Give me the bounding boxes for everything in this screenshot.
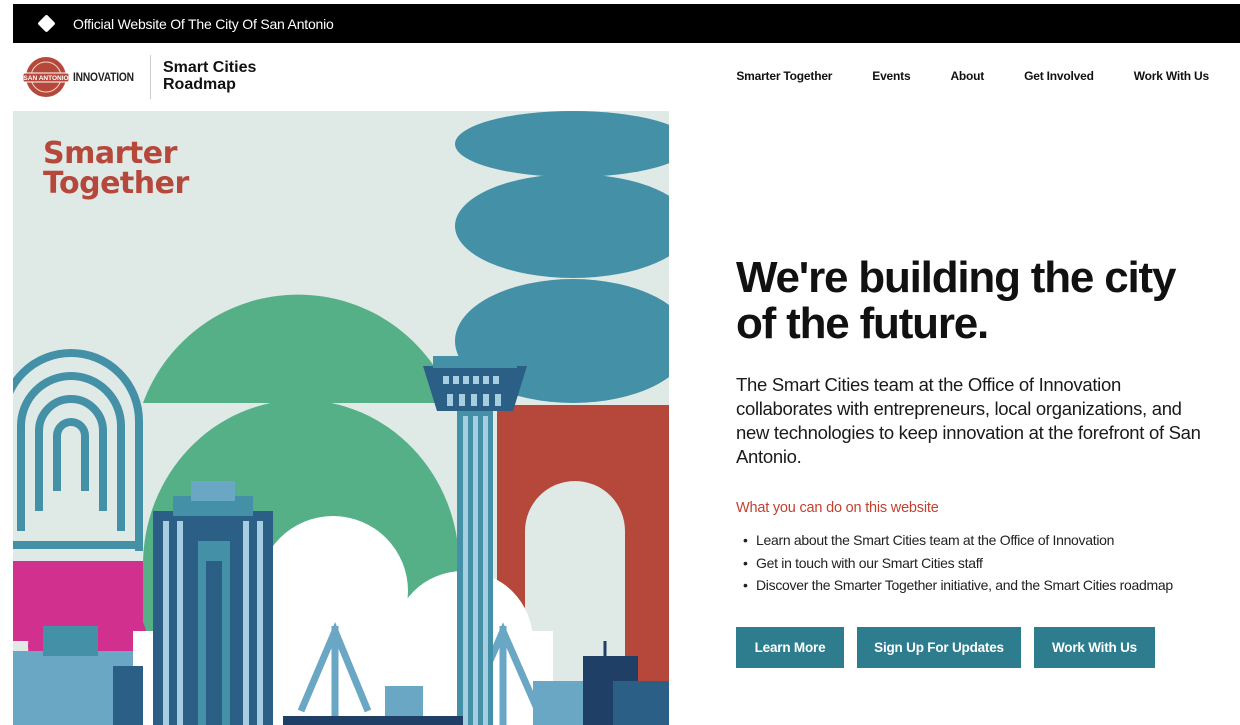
city-seal-icon: SAN ANTONIO bbox=[23, 57, 69, 97]
innovation-logo-link[interactable]: SAN ANTONIO INNOVATION bbox=[23, 53, 145, 101]
logo-line2: Together bbox=[43, 166, 189, 201]
main-nav: Smarter Together Events About Get Involv… bbox=[736, 69, 1209, 83]
seal-text: SAN ANTONIO bbox=[23, 75, 68, 82]
nav-about[interactable]: About bbox=[950, 69, 984, 83]
hero-copy: We're building the city of the future. T… bbox=[736, 255, 1216, 597]
site-title[interactable]: Smart Cities Roadmap bbox=[163, 59, 256, 93]
official-site-bar: Official Website Of The City Of San Anto… bbox=[13, 4, 1240, 43]
diamond-icon bbox=[37, 14, 56, 33]
site-header: SAN ANTONIO INNOVATION Smart Cities Road… bbox=[13, 43, 1240, 111]
learn-more-button[interactable]: Learn More bbox=[736, 627, 844, 668]
actions-list: Learn about the Smart Cities team at the… bbox=[743, 529, 1216, 597]
nav-get-involved[interactable]: Get Involved bbox=[1024, 69, 1094, 83]
left-gutter bbox=[0, 0, 13, 725]
site-title-line2: Roadmap bbox=[163, 76, 236, 93]
smarter-together-logo: Smarter Together bbox=[43, 139, 189, 199]
site-title-line1: Smart Cities bbox=[163, 59, 257, 76]
logo-line1: Smarter bbox=[43, 136, 177, 171]
sign-up-updates-button[interactable]: Sign Up For Updates bbox=[857, 627, 1021, 668]
official-site-text: Official Website Of The City Of San Anto… bbox=[73, 15, 334, 32]
work-with-us-button[interactable]: Work With Us bbox=[1034, 627, 1155, 668]
hero-buttons: Learn More Sign Up For Updates Work With… bbox=[736, 627, 1155, 668]
hero-illustration: Smarter Together bbox=[13, 111, 669, 725]
hero-intro: The Smart Cities team at the Office of I… bbox=[736, 374, 1201, 467]
list-item: Get in touch with our Smart Cities staff bbox=[743, 552, 1216, 575]
brand-divider bbox=[150, 55, 151, 99]
hero-headline: We're building the city of the future. bbox=[736, 253, 1176, 348]
department-name: INNOVATION bbox=[73, 70, 134, 84]
website-actions-label: What you can do on this website bbox=[736, 500, 939, 516]
nav-work-with-us[interactable]: Work With Us bbox=[1134, 69, 1209, 83]
nav-events[interactable]: Events bbox=[872, 69, 910, 83]
list-item: Discover the Smarter Together initiative… bbox=[743, 574, 1216, 597]
skyline-illustration bbox=[13, 111, 669, 725]
list-item: Learn about the Smart Cities team at the… bbox=[743, 529, 1216, 552]
nav-smarter-together[interactable]: Smarter Together bbox=[736, 69, 832, 83]
